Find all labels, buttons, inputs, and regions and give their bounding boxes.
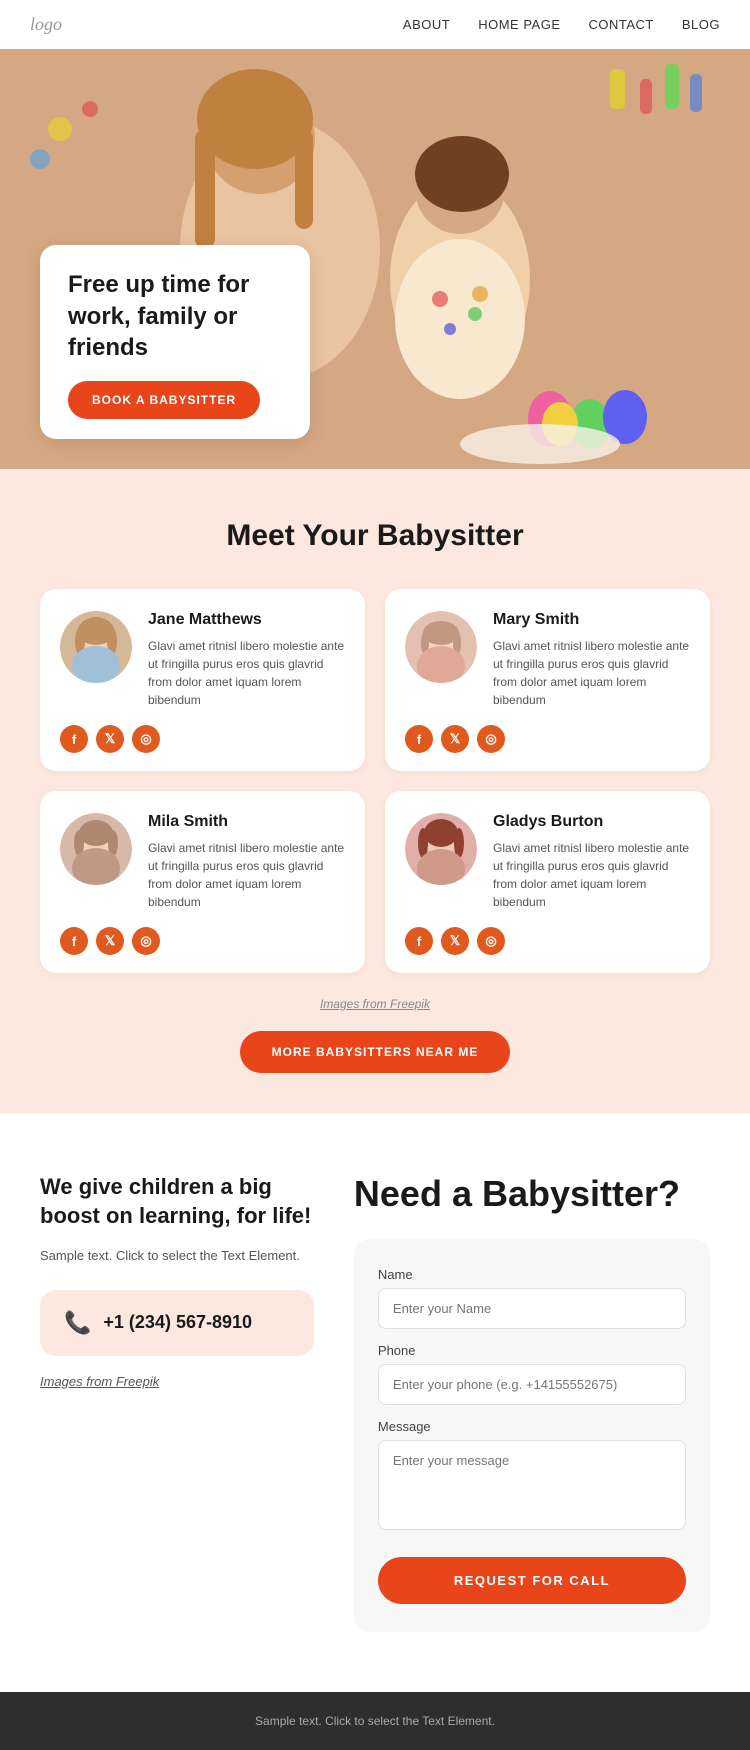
card-top-2: Mary Smith Glavi amet ritnisl libero mol… [405, 611, 690, 709]
social-icons-4: f 𝕏 ◎ [405, 927, 690, 955]
phone-input[interactable] [378, 1364, 686, 1405]
hero-text-card: Free up time for work, family or friends… [40, 245, 310, 439]
phone-icon: 📞 [64, 1310, 91, 1336]
avatar-3 [60, 813, 132, 885]
contact-grid: We give children a big boost on learning… [40, 1173, 710, 1632]
babysitters-grid: Jane Matthews Glavi amet ritnisl libero … [40, 589, 710, 973]
contact-left: We give children a big boost on learning… [40, 1173, 314, 1415]
form-group-phone: Phone [378, 1343, 686, 1405]
message-label: Message [378, 1419, 686, 1434]
facebook-icon-2[interactable]: f [405, 725, 433, 753]
contact-right-heading: Need a Babysitter? [354, 1173, 710, 1215]
contact-left-heading: We give children a big boost on learning… [40, 1173, 314, 1230]
logo: logo [30, 14, 62, 35]
babysitter-name-2: Mary Smith [493, 611, 690, 629]
book-babysitter-button[interactable]: BOOK A BABYSITTER [68, 381, 260, 419]
babysitter-card-3: Mila Smith Glavi amet ritnisl libero mol… [40, 791, 365, 973]
card-top-4: Gladys Burton Glavi amet ritnisl libero … [405, 813, 690, 911]
babysitter-bio-1: Glavi amet ritnisl libero molestie ante … [148, 637, 345, 709]
social-icons-1: f 𝕏 ◎ [60, 725, 345, 753]
instagram-icon-1[interactable]: ◎ [132, 725, 160, 753]
card-info-4: Gladys Burton Glavi amet ritnisl libero … [493, 813, 690, 911]
avatar-1 [60, 611, 132, 683]
card-top-1: Jane Matthews Glavi amet ritnisl libero … [60, 611, 345, 709]
contact-right: Need a Babysitter? Name Phone Message RE… [354, 1173, 710, 1632]
footer: Sample text. Click to select the Text El… [0, 1692, 750, 1750]
babysitter-card-1: Jane Matthews Glavi amet ritnisl libero … [40, 589, 365, 771]
form-group-name: Name [378, 1267, 686, 1329]
nav-contact[interactable]: CONTACT [589, 17, 654, 32]
facebook-icon-1[interactable]: f [60, 725, 88, 753]
hero-background: Free up time for work, family or friends… [0, 49, 750, 469]
navbar: logo ABOUT HOME PAGE CONTACT BLOG [0, 0, 750, 49]
nav-home[interactable]: HOME PAGE [478, 17, 560, 32]
phone-number: +1 (234) 567-8910 [103, 1312, 252, 1333]
nav-links: ABOUT HOME PAGE CONTACT BLOG [403, 17, 720, 32]
hero-section: Free up time for work, family or friends… [0, 49, 750, 469]
footer-text: Sample text. Click to select the Text El… [40, 1714, 710, 1728]
name-label: Name [378, 1267, 686, 1282]
instagram-icon-2[interactable]: ◎ [477, 725, 505, 753]
babysitter-card-2: Mary Smith Glavi amet ritnisl libero mol… [385, 589, 710, 771]
babysitters-section: Meet Your Babysitter Jane Matthews [0, 469, 750, 1113]
card-info-3: Mila Smith Glavi amet ritnisl libero mol… [148, 813, 345, 911]
phone-label: Phone [378, 1343, 686, 1358]
contact-left-body: Sample text. Click to select the Text El… [40, 1246, 314, 1266]
babysitter-name-4: Gladys Burton [493, 813, 690, 831]
card-info-2: Mary Smith Glavi amet ritnisl libero mol… [493, 611, 690, 709]
twitter-icon-2[interactable]: 𝕏 [441, 725, 469, 753]
phone-card: 📞 +1 (234) 567-8910 [40, 1290, 314, 1356]
form-group-message: Message [378, 1419, 686, 1535]
nav-about[interactable]: ABOUT [403, 17, 450, 32]
nav-blog[interactable]: BLOG [682, 17, 720, 32]
twitter-icon-4[interactable]: 𝕏 [441, 927, 469, 955]
facebook-icon-4[interactable]: f [405, 927, 433, 955]
twitter-icon-3[interactable]: 𝕏 [96, 927, 124, 955]
facebook-icon-3[interactable]: f [60, 927, 88, 955]
freepik-note: Images from Freepik [40, 997, 710, 1011]
name-input[interactable] [378, 1288, 686, 1329]
babysitter-name-3: Mila Smith [148, 813, 345, 831]
request-call-button[interactable]: REQUEST FOR CALL [378, 1557, 686, 1604]
instagram-icon-4[interactable]: ◎ [477, 927, 505, 955]
hero-heading: Free up time for work, family or friends [68, 269, 282, 363]
babysitter-bio-3: Glavi amet ritnisl libero molestie ante … [148, 839, 345, 911]
more-babysitters-button[interactable]: MORE BABYSITTERS NEAR ME [240, 1031, 511, 1073]
card-top-3: Mila Smith Glavi amet ritnisl libero mol… [60, 813, 345, 911]
social-icons-3: f 𝕏 ◎ [60, 927, 345, 955]
freepik-left-note: Images from Freepik [40, 1372, 314, 1392]
card-info-1: Jane Matthews Glavi amet ritnisl libero … [148, 611, 345, 709]
social-icons-2: f 𝕏 ◎ [405, 725, 690, 753]
avatar-2 [405, 611, 477, 683]
message-input[interactable] [378, 1440, 686, 1530]
babysitter-bio-4: Glavi amet ritnisl libero molestie ante … [493, 839, 690, 911]
twitter-icon-1[interactable]: 𝕏 [96, 725, 124, 753]
avatar-4 [405, 813, 477, 885]
instagram-icon-3[interactable]: ◎ [132, 927, 160, 955]
contact-section: We give children a big boost on learning… [0, 1113, 750, 1692]
babysitters-title: Meet Your Babysitter [40, 519, 710, 553]
babysitter-name-1: Jane Matthews [148, 611, 345, 629]
babysitter-card-4: Gladys Burton Glavi amet ritnisl libero … [385, 791, 710, 973]
contact-form-card: Name Phone Message REQUEST FOR CALL [354, 1239, 710, 1632]
babysitter-bio-2: Glavi amet ritnisl libero molestie ante … [493, 637, 690, 709]
